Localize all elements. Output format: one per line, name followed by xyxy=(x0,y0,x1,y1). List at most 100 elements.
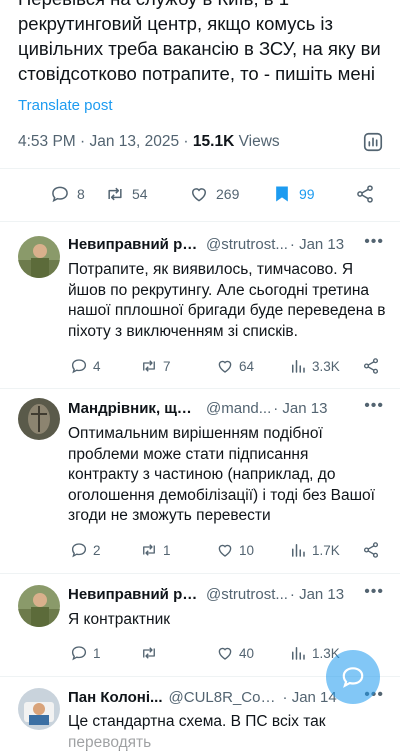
views-icon xyxy=(289,644,307,662)
reply-line: Оптимальним вирішенням подібної xyxy=(68,424,386,445)
repost-button[interactable]: 7 xyxy=(140,357,171,375)
reply-line: проблеми може стати підписання xyxy=(68,445,386,466)
post-line: рекрутинговий центр, якщо комусь із xyxy=(18,11,386,36)
like-button[interactable]: 40 xyxy=(216,644,254,662)
avatar[interactable] xyxy=(18,688,60,730)
reply-line: піхоту з виключенням зі списків. xyxy=(68,322,386,343)
like-button[interactable]: 269 xyxy=(189,184,239,204)
repost-count: 1 xyxy=(163,543,171,558)
reply-button[interactable]: 4 xyxy=(70,357,101,375)
reply-header: Невиправний ре... @strutrost... · Jan 13… xyxy=(68,586,384,606)
post-meta: 4:53 PM · Jan 13, 2025 · 15.1K Views xyxy=(18,133,280,151)
reply-line: Це стандартна схема. В ПС всіх так xyxy=(68,712,386,733)
reply-icon xyxy=(70,357,88,375)
avatar[interactable] xyxy=(18,398,60,440)
reply-count: 2 xyxy=(93,543,101,558)
reply-text: Оптимальним вирішенням подібної проблеми… xyxy=(68,424,386,527)
reply-date[interactable]: · Jan 13 xyxy=(290,236,344,256)
author-handle[interactable]: @strutrost... xyxy=(206,236,288,256)
views-button[interactable]: 1.7K xyxy=(289,541,340,559)
reply-line: нашої пплошної бригади буде переведена в xyxy=(68,301,386,322)
author-name[interactable]: Пан Колоні... xyxy=(68,689,163,709)
share-icon xyxy=(362,357,380,375)
avatar[interactable] xyxy=(18,236,60,278)
post-timestamp: 4:53 PM · Jan 13, 2025 · xyxy=(18,133,193,150)
views-icon xyxy=(289,357,307,375)
avatar[interactable] xyxy=(18,585,60,627)
reply-button[interactable]: 1 xyxy=(70,644,101,662)
author-handle[interactable]: @CUL8R_Cowb... xyxy=(169,689,281,709)
translate-post-link[interactable]: Translate post xyxy=(18,97,113,114)
more-options-icon[interactable]: ••• xyxy=(364,233,384,251)
author-name[interactable]: Мандрівник, що пі... xyxy=(68,400,200,420)
share-button[interactable] xyxy=(355,184,375,204)
reply-line: згоди не зможуть перевести xyxy=(68,506,386,527)
reply-text: Потрапите, як виявилось, тимчасово. Я йш… xyxy=(68,260,386,342)
share-button[interactable] xyxy=(362,541,380,559)
reply-header: Мандрівник, що пі... @mand... · Jan 13 •… xyxy=(68,400,384,420)
views-count: 1.7K xyxy=(312,543,340,558)
reply-line: йшов по рекрутингу. Але сьогодні третина xyxy=(68,281,386,302)
divider xyxy=(0,573,400,574)
views-button[interactable]: 3.3K xyxy=(289,357,340,375)
like-button[interactable]: 64 xyxy=(216,357,254,375)
reply-count: 1 xyxy=(93,646,101,661)
like-button[interactable]: 10 xyxy=(216,541,254,559)
share-icon xyxy=(362,541,380,559)
post-views-label: Views xyxy=(234,133,279,150)
share-icon xyxy=(355,184,375,204)
repost-button[interactable]: 54 xyxy=(105,184,148,204)
post-line: Перевівся на службу в Київ, в 1 xyxy=(18,0,386,11)
compose-reply-button[interactable] xyxy=(326,650,380,704)
reply-count: 4 xyxy=(93,359,101,374)
reply-line: Я контрактник xyxy=(68,610,386,631)
more-options-icon[interactable]: ••• xyxy=(364,397,384,415)
divider xyxy=(0,388,400,389)
heart-icon xyxy=(216,357,234,375)
author-handle[interactable]: @strutrost... xyxy=(206,586,288,606)
repost-icon xyxy=(140,644,158,662)
reply-button[interactable]: 2 xyxy=(70,541,101,559)
like-count: 40 xyxy=(239,646,254,661)
repost-icon xyxy=(105,184,125,204)
like-count: 269 xyxy=(216,186,239,202)
repost-button[interactable] xyxy=(140,644,163,662)
repost-icon xyxy=(140,541,158,559)
reply-date[interactable]: · Jan 13 xyxy=(290,586,344,606)
repost-count: 54 xyxy=(132,186,148,202)
repost-icon xyxy=(140,357,158,375)
post-line: стовідсотково потрапите, то - пишіть мен… xyxy=(18,61,386,86)
reply-date[interactable]: · Jan 14 xyxy=(283,689,337,709)
reply-icon xyxy=(70,541,88,559)
reply-line: контракту з частиною (наприклад, до xyxy=(68,465,386,486)
reply-text: Я контрактник xyxy=(68,610,386,631)
divider xyxy=(0,221,400,222)
more-options-icon[interactable]: ••• xyxy=(364,583,384,601)
views-count: 3.3K xyxy=(312,359,340,374)
author-name[interactable]: Невиправний ре... xyxy=(68,236,200,256)
bookmark-button[interactable]: 99 xyxy=(272,184,315,204)
like-count: 64 xyxy=(239,359,254,374)
reply-line: оголошення демобілізації) і тоді без Ваш… xyxy=(68,486,386,507)
chat-bubble-icon xyxy=(340,664,366,690)
share-button[interactable] xyxy=(362,357,380,375)
reply-date[interactable]: · Jan 13 xyxy=(273,400,327,420)
author-handle[interactable]: @mand... xyxy=(206,400,271,420)
heart-icon xyxy=(216,541,234,559)
bottom-fade xyxy=(0,738,400,750)
reply-icon xyxy=(70,644,88,662)
bookmark-icon xyxy=(272,184,292,204)
divider xyxy=(0,168,400,169)
reply-icon xyxy=(50,184,70,204)
post-text: Перевівся на службу в Київ, в 1 рекрутин… xyxy=(18,0,386,86)
repost-button[interactable]: 1 xyxy=(140,541,171,559)
author-name[interactable]: Невиправний ре... xyxy=(68,586,200,606)
reply-line: Потрапите, як виявилось, тимчасово. Я xyxy=(68,260,386,281)
like-count: 10 xyxy=(239,543,254,558)
reply-button[interactable]: 8 xyxy=(50,184,85,204)
reply-count: 8 xyxy=(77,186,85,202)
post-views-count: 15.1K xyxy=(193,133,234,150)
analytics-icon[interactable] xyxy=(362,131,384,153)
heart-icon xyxy=(216,644,234,662)
reply-header: Невиправний ре... @strutrost... · Jan 13… xyxy=(68,236,384,256)
